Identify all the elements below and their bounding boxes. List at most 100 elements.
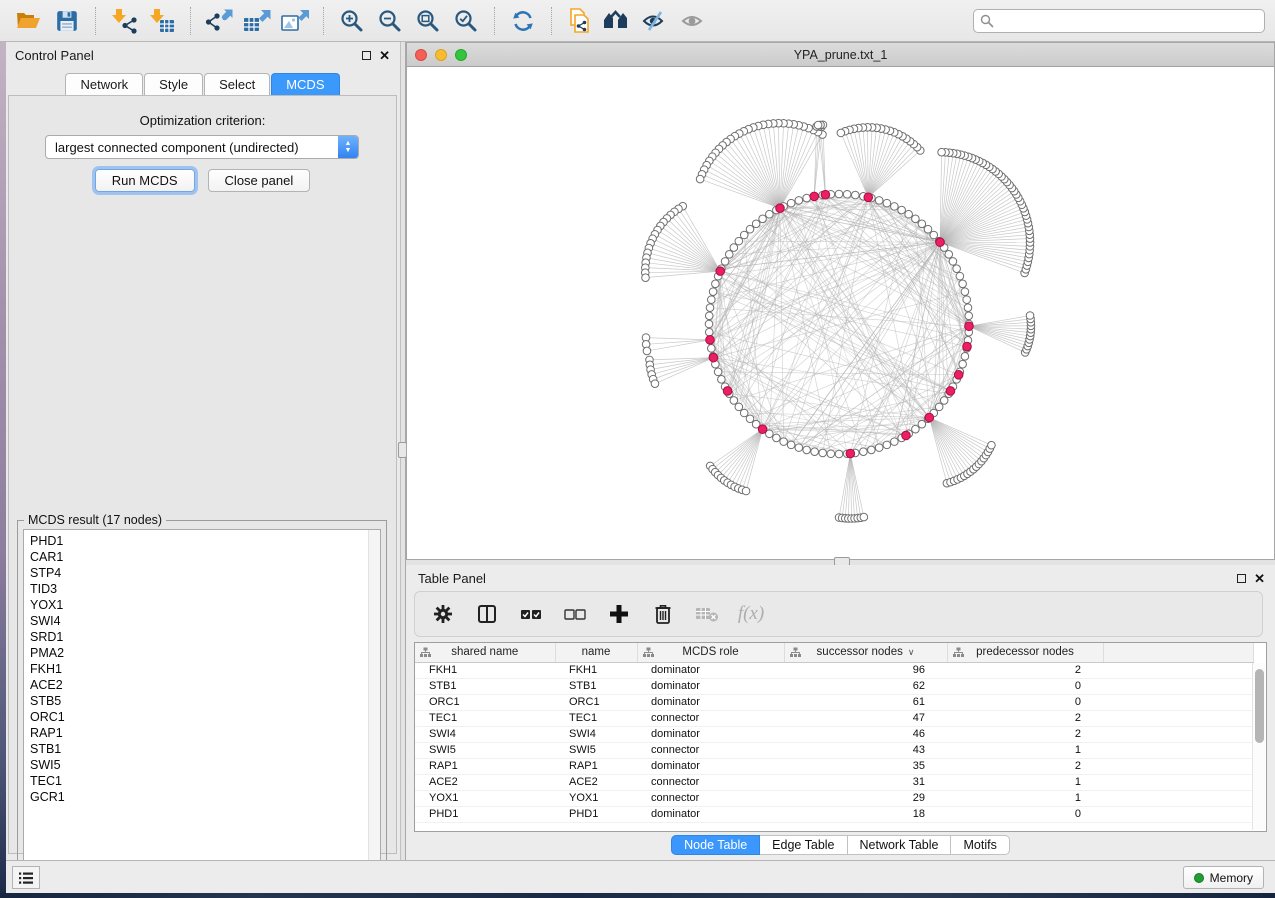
graph-ring-node[interactable]	[730, 244, 738, 252]
graph-mcds-node[interactable]	[758, 425, 767, 434]
graph-ring-node[interactable]	[752, 220, 760, 228]
close-panel-icon[interactable]: ✕	[1254, 574, 1265, 583]
mcds-result-item[interactable]: FKH1	[30, 661, 380, 677]
export-image-icon[interactable]	[279, 5, 311, 37]
tab-mcds[interactable]: MCDS	[271, 73, 339, 95]
graph-ring-node[interactable]	[843, 190, 851, 198]
clone-network-icon[interactable]	[564, 5, 596, 37]
graph-ring-node[interactable]	[924, 225, 932, 233]
graph-mcds-node[interactable]	[902, 431, 911, 440]
delete-column-icon[interactable]	[651, 602, 675, 626]
table-cell[interactable]: RAP1	[555, 758, 637, 774]
mcds-result-item[interactable]: SRD1	[30, 629, 380, 645]
table-cell[interactable]: SWI5	[415, 742, 555, 758]
refresh-icon[interactable]	[507, 5, 539, 37]
graph-ring-node[interactable]	[918, 420, 926, 428]
graph-ring-node[interactable]	[714, 368, 722, 376]
column-header-shared-name[interactable]: shared name	[415, 643, 555, 662]
graph-leaf-node[interactable]	[696, 175, 704, 183]
close-panel-button[interactable]: Close panel	[208, 169, 311, 192]
graph-ring-node[interactable]	[835, 450, 843, 458]
table-cell[interactable]: ACE2	[555, 774, 637, 790]
column-header-successor-nodes[interactable]: successor nodes∨	[784, 643, 947, 662]
graph-mcds-node[interactable]	[821, 190, 830, 199]
table-cell[interactable]: 0	[947, 694, 1103, 710]
graph-ring-node[interactable]	[766, 210, 774, 218]
graph-ring-node[interactable]	[868, 446, 876, 454]
table-cell[interactable]: dominator	[637, 694, 784, 710]
graph-ring-node[interactable]	[708, 296, 716, 304]
graph-ring-node[interactable]	[949, 258, 957, 266]
graph-ring-node[interactable]	[746, 225, 754, 233]
table-cell[interactable]: YOX1	[555, 790, 637, 806]
graph-ring-node[interactable]	[935, 403, 943, 411]
table-cell[interactable]: SWI4	[415, 726, 555, 742]
graph-ring-node[interactable]	[795, 444, 803, 452]
graph-ring-node[interactable]	[891, 203, 899, 211]
graph-ring-node[interactable]	[827, 450, 835, 458]
tab-style[interactable]: Style	[144, 73, 203, 95]
table-cell[interactable]: 1	[947, 774, 1103, 790]
graph-mcds-node[interactable]	[706, 336, 715, 345]
graph-leaf-node[interactable]	[1026, 312, 1034, 320]
mcds-result-item[interactable]: SWI4	[30, 613, 380, 629]
table-row[interactable]: YOX1YOX1connector291	[415, 790, 1253, 806]
graph-ring-node[interactable]	[709, 288, 717, 296]
tab-network-table[interactable]: Network Table	[848, 835, 952, 855]
table-row[interactable]: FKH1FKH1dominator962	[415, 662, 1253, 678]
table-cell[interactable]: 47	[784, 710, 947, 726]
show-graphics-icon[interactable]	[678, 5, 710, 37]
graph-ring-node[interactable]	[953, 265, 961, 273]
graph-ring-node[interactable]	[706, 304, 714, 312]
show-column-panel-icon[interactable]	[475, 602, 499, 626]
graph-ring-node[interactable]	[803, 446, 811, 454]
table-row[interactable]: TEC1TEC1connector472	[415, 710, 1253, 726]
memory-button[interactable]: Memory	[1183, 866, 1264, 889]
graph-ring-node[interactable]	[705, 328, 713, 336]
graph-mcds-node[interactable]	[936, 238, 945, 247]
tab-select[interactable]: Select	[204, 73, 270, 95]
mcds-result-item[interactable]: STB1	[30, 741, 380, 757]
table-row[interactable]: STB1STB1dominator620	[415, 678, 1253, 694]
graph-ring-node[interactable]	[787, 441, 795, 449]
float-window-icon[interactable]	[1237, 574, 1246, 583]
table-cell[interactable]: ACE2	[415, 774, 555, 790]
open-file-icon[interactable]	[13, 5, 45, 37]
table-cell[interactable]: RAP1	[415, 758, 555, 774]
mcds-result-item[interactable]: TID3	[30, 581, 380, 597]
tab-edge-table[interactable]: Edge Table	[760, 835, 847, 855]
table-cell[interactable]: SWI4	[555, 726, 637, 742]
table-row[interactable]: PHD1PHD1dominator180	[415, 806, 1253, 822]
table-cell[interactable]: STB1	[555, 678, 637, 694]
graph-ring-node[interactable]	[891, 438, 899, 446]
criterion-dropdown[interactable]: largest connected component (undirected)…	[45, 135, 359, 159]
graph-ring-node[interactable]	[959, 360, 967, 368]
mcds-result-item[interactable]: STB5	[30, 693, 380, 709]
close-panel-icon[interactable]: ✕	[379, 51, 390, 60]
select-all-columns-icon[interactable]	[519, 602, 543, 626]
mcds-result-item[interactable]: ORC1	[30, 709, 380, 725]
graph-ring-node[interactable]	[740, 231, 748, 239]
table-cell[interactable]: ORC1	[555, 694, 637, 710]
table-cell[interactable]: ORC1	[415, 694, 555, 710]
network-window-titlebar[interactable]: YPA_prune.txt_1	[407, 43, 1274, 67]
graph-leaf-node[interactable]	[988, 441, 996, 449]
graph-ring-node[interactable]	[705, 320, 713, 328]
graph-mcds-node[interactable]	[963, 342, 972, 351]
graph-ring-node[interactable]	[898, 206, 906, 214]
table-cell[interactable]: dominator	[637, 806, 784, 822]
graph-ring-node[interactable]	[940, 397, 948, 405]
graph-ring-node[interactable]	[795, 197, 803, 205]
table-cell[interactable]: 0	[947, 806, 1103, 822]
graph-mcds-node[interactable]	[946, 387, 955, 396]
graph-ring-node[interactable]	[875, 197, 883, 205]
table-row[interactable]: ORC1ORC1dominator610	[415, 694, 1253, 710]
graph-ring-node[interactable]	[718, 376, 726, 384]
export-table-icon[interactable]	[241, 5, 273, 37]
table-options-gear-icon[interactable]	[431, 602, 455, 626]
search-field[interactable]	[973, 9, 1265, 33]
zoom-in-icon[interactable]	[336, 5, 368, 37]
graph-ring-node[interactable]	[883, 441, 891, 449]
table-cell[interactable]: 2	[947, 662, 1103, 678]
graph-ring-node[interactable]	[945, 251, 953, 259]
